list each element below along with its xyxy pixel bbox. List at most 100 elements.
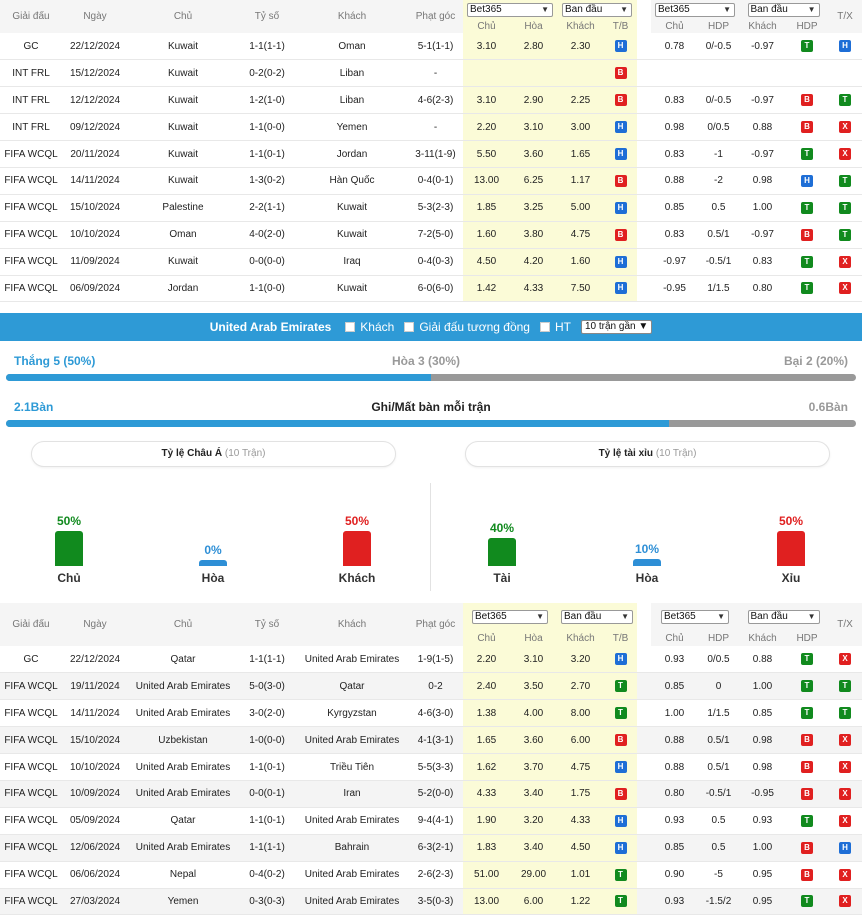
wl-cell: B <box>604 726 637 754</box>
home-team-cell[interactable]: United Arab Emirates <box>128 754 238 781</box>
corner-cell: 3-11(1-9) <box>415 148 456 160</box>
result-badge-t: T <box>801 707 813 720</box>
table-row[interactable]: FIFA WCQL 19/11/2024 United Arab Emirates 5… <box>0 672 862 700</box>
date-cell: 05/09/2024 <box>69 815 121 827</box>
column-bar <box>55 531 83 566</box>
table-row[interactable]: FIFA WCQL 14/11/2024 United Arab Emirates 3… <box>0 699 862 727</box>
away-team-cell[interactable]: United Arab Emirates <box>296 861 408 888</box>
home-team-cell[interactable]: United Arab Emirates <box>128 834 238 861</box>
home-odds-cell: 2.20 <box>463 646 510 673</box>
result-badge-b: B <box>614 734 627 747</box>
result-badge-t: T <box>801 653 813 666</box>
home-team-cell[interactable]: United Arab Emirates <box>128 780 238 807</box>
hc-home-cell: 0.80 <box>664 788 685 800</box>
result-badge-x: X <box>839 895 851 908</box>
draw-odds-cell: 4.00 <box>510 699 557 727</box>
hdp-cell: -0.5/1 <box>705 788 732 800</box>
initial-odds-select-2[interactable]: Ban đầu ▼ <box>747 610 820 624</box>
hdp-result-cell: T <box>786 888 828 915</box>
ou-result-cell: X <box>828 807 862 834</box>
ou-result-cell: X <box>828 248 862 275</box>
result-badge-b: B <box>801 761 813 773</box>
away-team-cell[interactable]: United Arab Emirates <box>296 646 408 673</box>
score-cell: 5-0(3-0) <box>249 680 285 692</box>
table-row[interactable]: FIFA WCQL 15/10/2024 Palestine 2-2(1-1) Kuwa… <box>0 194 862 222</box>
hdp-cell <box>698 60 739 87</box>
table-row[interactable]: GC 22/12/2024 Kuwait 1-1(1-1) Oman 5-1(1-1) 3.… <box>0 33 862 60</box>
table-row[interactable]: FIFA WCQL 15/10/2024 Uzbekistan 1-0(0-0) Uni… <box>0 726 862 754</box>
result-badge-h: H <box>614 761 627 773</box>
date-cell: 14/11/2024 <box>70 707 120 719</box>
league-cell: FIFA WCQL <box>4 842 58 854</box>
result-badge-h: H <box>614 814 627 827</box>
table-row[interactable]: FIFA WCQL 05/09/2024 Qatar 1-1(0-1) United A… <box>0 807 862 835</box>
column-bar <box>777 531 805 566</box>
column-percent: 50% <box>344 514 370 528</box>
hdp-cell: -5 <box>714 869 723 881</box>
table-row[interactable]: INT FRL 12/12/2024 Kuwait 1-2(1-0) Liban 4-6(… <box>0 86 862 114</box>
corner-cell: 0-4(0-1) <box>417 175 454 187</box>
col-league: Giải đấu <box>0 603 62 646</box>
home-team-cell[interactable]: Yemen <box>128 888 238 915</box>
draw-odds-cell: 3.50 <box>510 672 557 700</box>
same-league-checkbox[interactable] <box>404 322 415 332</box>
home-team-cell[interactable]: United Arab Emirates <box>128 700 238 727</box>
away-team-cell[interactable]: Triều Tiên <box>296 754 408 781</box>
table-row[interactable]: FIFA WCQL 20/11/2024 Kuwait 1-1(0-1) Jordan 3… <box>0 140 862 168</box>
table-row[interactable]: FIFA WCQL 10/10/2024 Oman 4-0(2-0) Kuwait 7-2… <box>0 221 862 249</box>
home-team-cell[interactable]: United Arab Emirates <box>128 673 238 700</box>
result-badge-t: T <box>614 868 627 881</box>
table-row[interactable]: FIFA WCQL 27/03/2024 Yemen 0-3(0-3) United A… <box>0 888 862 915</box>
table-row[interactable]: FIFA WCQL 11/09/2024 Kuwait 0-0(0-0) Iraq 0-4… <box>0 248 862 276</box>
date-cell: 12/06/2024 <box>69 842 121 854</box>
corner-cell: 6-0(6-0) <box>417 282 454 294</box>
league-cell: FIFA WCQL <box>4 680 58 692</box>
away-team-cell[interactable]: Qatar <box>296 673 408 700</box>
corner-cell: 4-1(3-1) <box>417 734 454 746</box>
column-bar <box>633 559 661 566</box>
home-team-cell[interactable]: Qatar <box>128 807 238 834</box>
away-team-cell[interactable]: United Arab Emirates <box>296 807 408 834</box>
away-odds-cell: 7.50 <box>557 275 604 302</box>
away-odds-cell: 4.75 <box>557 753 604 781</box>
corner-cell: - <box>433 67 438 79</box>
away-team-cell[interactable]: Kyrgyzstan <box>296 700 408 727</box>
home-team-cell[interactable]: Nepal <box>128 861 238 888</box>
draw-odds-cell: 3.70 <box>510 753 557 781</box>
away-team-cell[interactable]: Iran <box>296 780 408 807</box>
hdp-cell: 1/1.5 <box>707 707 730 719</box>
chevron-down-icon: ▼ <box>717 612 725 621</box>
ou-result-cell: X <box>828 727 862 754</box>
ou-result-cell: T <box>828 673 862 700</box>
table-row[interactable]: INT FRL 09/12/2024 Kuwait 1-1(0-0) Yemen -2.2… <box>0 113 862 141</box>
ou-result-cell: X <box>828 646 862 673</box>
away-odds-cell: 3.20 <box>557 646 604 673</box>
home-team-cell[interactable]: Uzbekistan <box>128 727 238 754</box>
away-team-cell[interactable]: United Arab Emirates <box>296 888 408 915</box>
away-team-cell[interactable]: United Arab Emirates <box>296 727 408 754</box>
hdp-cell: 0/0.5 <box>707 121 730 133</box>
table-row[interactable]: FIFA WCQL 12/06/2024 United Arab Emirates 1… <box>0 834 862 862</box>
hdp-cell: 0/-0.5 <box>705 40 732 52</box>
column-label: Hòa <box>635 571 659 585</box>
away-team-cell[interactable]: Bahrain <box>296 834 408 861</box>
table-row[interactable]: FIFA WCQL 06/06/2024 Nepal 0-4(0-2) United A… <box>0 861 862 889</box>
table-row[interactable]: FIFA WCQL 14/11/2024 Kuwait 1-3(0-2) Hàn Quố… <box>0 167 862 195</box>
hc-away-cell: 0.98 <box>752 734 773 746</box>
table-row[interactable]: INT FRL 15/12/2024 Kuwait 0-2(0-2) Liban - B <box>0 59 862 87</box>
column-percent: 0% <box>204 543 222 557</box>
bookmaker-select[interactable]: Bet365 ▼ <box>472 610 548 624</box>
initial-odds-select[interactable]: Ban đầu ▼ <box>561 610 633 624</box>
column-percent: 40% <box>489 521 515 535</box>
asian-column-2: 50% Khách <box>317 0 397 600</box>
league-cell: FIFA WCQL <box>4 734 58 746</box>
hc-home-cell: 0.93 <box>664 815 685 827</box>
away-odds-cell <box>557 59 604 87</box>
home-team-cell[interactable]: Qatar <box>128 646 238 673</box>
table-row[interactable]: FIFA WCQL 10/09/2024 United Arab Emirates 0… <box>0 780 862 808</box>
table-row[interactable]: GC 22/12/2024 Qatar 1-1(1-1) United Arab Emi… <box>0 646 862 673</box>
table-row[interactable]: FIFA WCQL 10/10/2024 United Arab Emirates 1… <box>0 753 862 781</box>
table-row[interactable]: FIFA WCQL 06/09/2024 Jordan 1-1(0-0) Kuwait 6… <box>0 275 862 302</box>
result-badge-b: B <box>614 787 627 800</box>
bookmaker-select-2[interactable]: Bet365 ▼ <box>661 610 729 624</box>
